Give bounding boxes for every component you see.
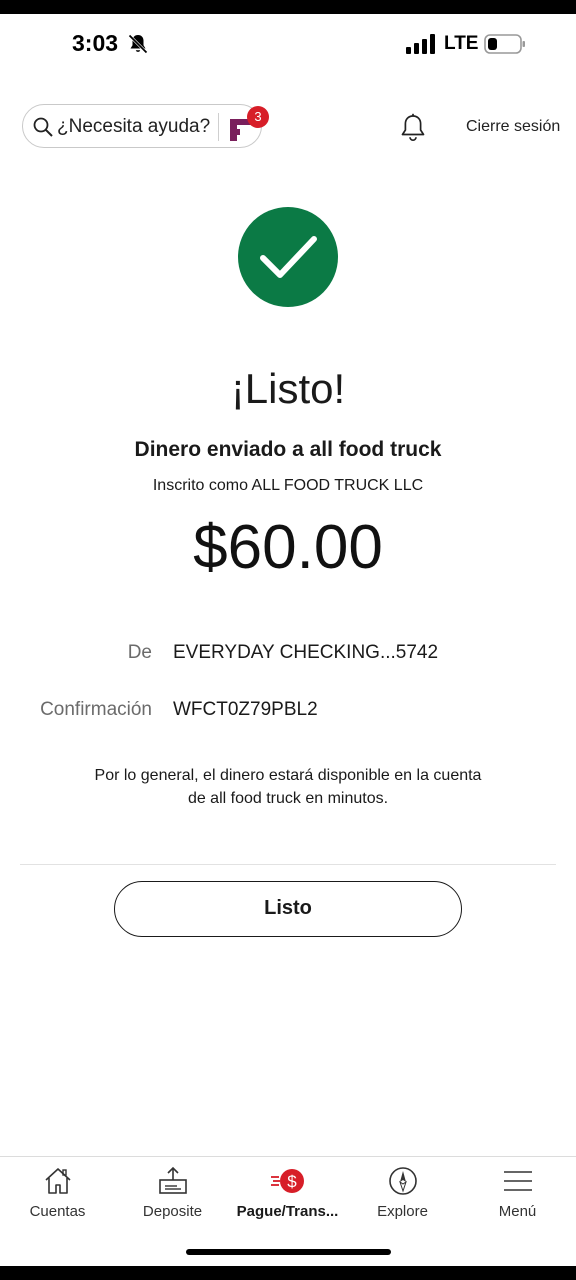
- confirmation-number-label: Confirmación: [40, 699, 152, 720]
- help-search-label: ¿Necesita ayuda?: [57, 116, 211, 137]
- recipient-summary: Dinero enviado a all food truck: [134, 438, 442, 461]
- nav-item-accounts[interactable]: Cuentas: [0, 1157, 115, 1237]
- status-time: 3:03: [72, 30, 119, 56]
- section-divider: [20, 864, 556, 865]
- disclaimer-line-1: Por lo general, el dinero estará disponi…: [94, 767, 482, 784]
- nav-label-deposit: Deposite: [142, 1203, 203, 1220]
- compass-icon: [389, 1167, 417, 1195]
- home-icon: [45, 1168, 71, 1194]
- disclaimer-line-2: de all food truck en minutos.: [187, 790, 389, 807]
- from-account-value: EVERYDAY CHECKING...5742: [173, 642, 439, 663]
- assistant-notification-badge: 3: [247, 106, 269, 128]
- search-divider: [218, 113, 219, 141]
- battery-icon: [484, 34, 525, 54]
- nav-label-pay-transfer: Pague/Trans...: [236, 1203, 339, 1220]
- cell-signal-icon: [406, 34, 435, 54]
- hamburger-menu-icon: [504, 1171, 532, 1191]
- availability-disclaimer: Por lo general, el dinero estará disponi…: [60, 764, 516, 810]
- nav-label-accounts: Cuentas: [29, 1203, 86, 1220]
- help-search-box[interactable]: ¿Necesita ayuda? 3: [22, 104, 269, 148]
- nav-item-explore[interactable]: Explore: [345, 1157, 460, 1237]
- nav-item-menu[interactable]: Menú: [460, 1157, 575, 1237]
- from-label: De: [127, 642, 152, 663]
- recipient-enrolled-name: Inscrito como ALL FOOD TRUCK LLC: [152, 477, 424, 494]
- notifications-bell-icon[interactable]: [399, 113, 427, 143]
- search-icon: [33, 117, 53, 137]
- home-indicator[interactable]: [186, 1249, 391, 1255]
- svg-text:$: $: [287, 1172, 297, 1191]
- status-bar: [0, 14, 576, 102]
- deposit-icon: [159, 1166, 187, 1194]
- nav-item-pay-transfer[interactable]: $ Pague/Trans...: [230, 1157, 345, 1237]
- confirmation-title: ¡Listo!: [230, 365, 346, 412]
- bottom-edge: [0, 1266, 576, 1280]
- top-edge: [0, 0, 576, 14]
- done-button[interactable]: Listo: [114, 881, 462, 937]
- bell-muted-icon: [128, 34, 148, 54]
- transfer-amount: $60.00: [193, 513, 383, 582]
- nav-item-deposit[interactable]: Deposite: [115, 1157, 230, 1237]
- network-type: LTE: [444, 33, 479, 54]
- nav-label-explore: Explore: [377, 1203, 428, 1220]
- pay-transfer-icon: $: [271, 1169, 304, 1193]
- sign-out-link[interactable]: Cierre sesión: [466, 118, 560, 136]
- nav-label-menu: Menú: [498, 1203, 537, 1220]
- success-checkmark-icon: [238, 207, 338, 307]
- confirmation-number-value: WFCT0Z79PBL2: [173, 699, 318, 720]
